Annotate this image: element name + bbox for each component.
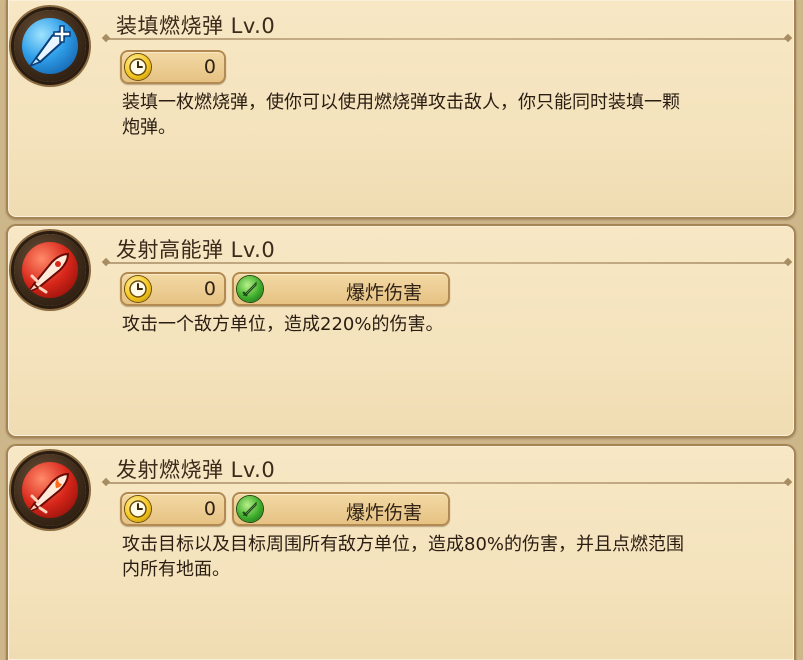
skill-title: 发射高能弹 Lv.0 (116, 238, 276, 262)
skill-description: 攻击目标以及目标周围所有敌方单位，造成80%的伤害，并且点燃范围 内所有地面。 (122, 534, 685, 580)
cooldown-badge: 0 (120, 492, 226, 526)
clock-icon (125, 276, 151, 302)
title-divider (106, 482, 788, 484)
rocket-plus-icon[interactable] (14, 10, 86, 82)
clock-icon (125, 496, 151, 522)
skill-card-fire-incendiary[interactable]: 发射燃烧弹 Lv.0 0 爆炸伤害 攻击目标以及目标周围所有敌方单位，造成80%… (6, 444, 796, 660)
damage-type-label: 爆炸伤害 (346, 282, 423, 304)
rocket-icon[interactable] (14, 234, 86, 306)
damage-type-badge: 爆炸伤害 (232, 272, 450, 306)
skill-card-load-incendiary[interactable]: 装填燃烧弹 Lv.0 0 装填一枚燃烧弹，使你可以使用燃烧弹攻击敌人，你只能同时… (6, 0, 796, 219)
title-divider (106, 38, 788, 40)
skill-card-fire-high-energy[interactable]: 发射高能弹 Lv.0 0 爆炸伤害 攻击一个敌方单位，造成220%的伤害。 (6, 224, 796, 438)
damage-type-badge: 爆炸伤害 (232, 492, 450, 526)
fire-rocket-icon[interactable] (14, 454, 86, 526)
cooldown-value: 0 (203, 56, 216, 78)
damage-type-label: 爆炸伤害 (346, 502, 423, 524)
title-divider (106, 262, 788, 264)
skill-title: 发射燃烧弹 Lv.0 (116, 458, 276, 482)
sword-icon (237, 276, 263, 302)
skill-title: 装填燃烧弹 Lv.0 (116, 14, 276, 38)
sword-icon (237, 496, 263, 522)
cooldown-value: 0 (203, 498, 216, 520)
cooldown-badge: 0 (120, 272, 226, 306)
cooldown-badge: 0 (120, 50, 226, 84)
clock-icon (125, 54, 151, 80)
skill-description: 攻击一个敌方单位，造成220%的伤害。 (122, 314, 444, 335)
cooldown-value: 0 (203, 278, 216, 300)
skill-description: 装填一枚燃烧弹，使你可以使用燃烧弹攻击敌人，你只能同时装填一颗 炮弹。 (122, 92, 680, 138)
